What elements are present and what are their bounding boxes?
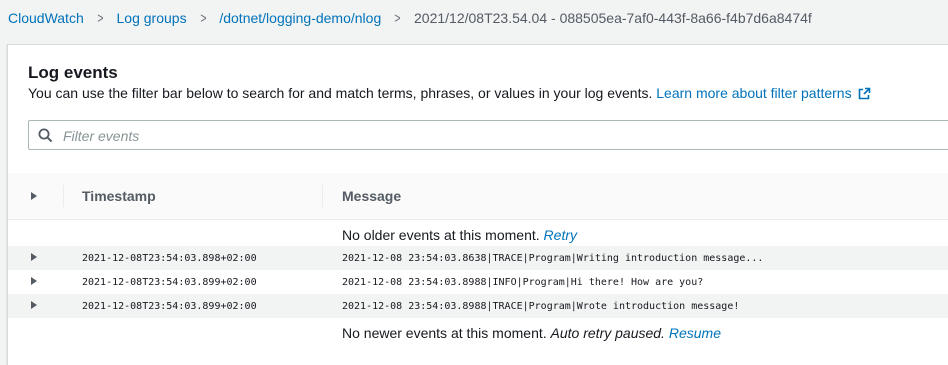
description-text: You can use the filter bar below to sear… xyxy=(28,85,653,101)
newer-events-text: No newer events at this moment. xyxy=(342,325,547,341)
event-message: 2021-12-08 23:54:03.8638|TRACE|Program|W… xyxy=(342,253,764,264)
breadcrumb-log-groups[interactable]: Log groups xyxy=(117,10,187,26)
breadcrumb-log-stream: 2021/12/08T23.54.04 - 088505ea-7af0-443f… xyxy=(414,10,812,26)
panel-description: You can use the filter bar below to sear… xyxy=(28,85,871,103)
panel-title: Log events xyxy=(28,63,118,82)
column-divider xyxy=(322,185,323,207)
table-row[interactable]: 2021-12-08T23:54:03.898+02:00 2021-12-08… xyxy=(8,246,948,270)
expand-all-caret-icon[interactable] xyxy=(31,192,37,200)
event-timestamp: 2021-12-08T23:54:03.899+02:00 xyxy=(82,301,257,312)
table-row[interactable]: 2021-12-08T23:54:03.899+02:00 2021-12-08… xyxy=(8,270,948,294)
breadcrumb: CloudWatch > Log groups > /dotnet/loggin… xyxy=(8,9,812,27)
event-message: 2021-12-08 23:54:03.8988|INFO|Program|Hi… xyxy=(342,277,704,288)
breadcrumb-log-group[interactable]: /dotnet/logging-demo/nlog xyxy=(219,10,381,26)
table-row[interactable]: 2021-12-08T23:54:03.899+02:00 2021-12-08… xyxy=(8,294,948,318)
learn-more-link[interactable]: Learn more about filter patterns xyxy=(656,85,870,101)
newer-events-row: No newer events at this moment. Auto ret… xyxy=(8,318,948,344)
event-timestamp: 2021-12-08T23:54:03.899+02:00 xyxy=(82,277,257,288)
expand-row-caret-icon[interactable] xyxy=(31,301,37,309)
older-events-text: No older events at this moment. xyxy=(342,227,540,243)
chevron-right-icon: > xyxy=(394,9,401,27)
timestamp-column-header[interactable]: Timestamp xyxy=(82,188,156,204)
expand-row-caret-icon[interactable] xyxy=(31,277,37,285)
external-link-icon xyxy=(858,87,871,103)
event-timestamp: 2021-12-08T23:54:03.898+02:00 xyxy=(82,253,257,264)
chevron-right-icon: > xyxy=(97,9,104,27)
column-divider xyxy=(63,185,64,207)
message-column-header[interactable]: Message xyxy=(342,188,401,204)
auto-retry-text: Auto retry paused. xyxy=(550,325,665,341)
log-events-panel: Log events You can use the filter bar be… xyxy=(7,44,948,365)
retry-link[interactable]: Retry xyxy=(544,227,577,243)
resume-link[interactable]: Resume xyxy=(669,325,721,341)
learn-more-label: Learn more about filter patterns xyxy=(656,85,852,101)
filter-events-field[interactable] xyxy=(28,120,948,150)
breadcrumb-cloudwatch[interactable]: CloudWatch xyxy=(8,10,84,26)
filter-events-input[interactable] xyxy=(61,125,945,147)
table-header: Timestamp Message xyxy=(8,173,948,220)
search-icon xyxy=(38,128,53,148)
event-message: 2021-12-08 23:54:03.8988|TRACE|Program|W… xyxy=(342,301,740,312)
chevron-right-icon: > xyxy=(199,9,207,27)
expand-row-caret-icon[interactable] xyxy=(31,253,37,261)
log-events-table: Timestamp Message No older events at thi… xyxy=(8,173,948,344)
older-events-row: No older events at this moment. Retry xyxy=(8,220,948,246)
